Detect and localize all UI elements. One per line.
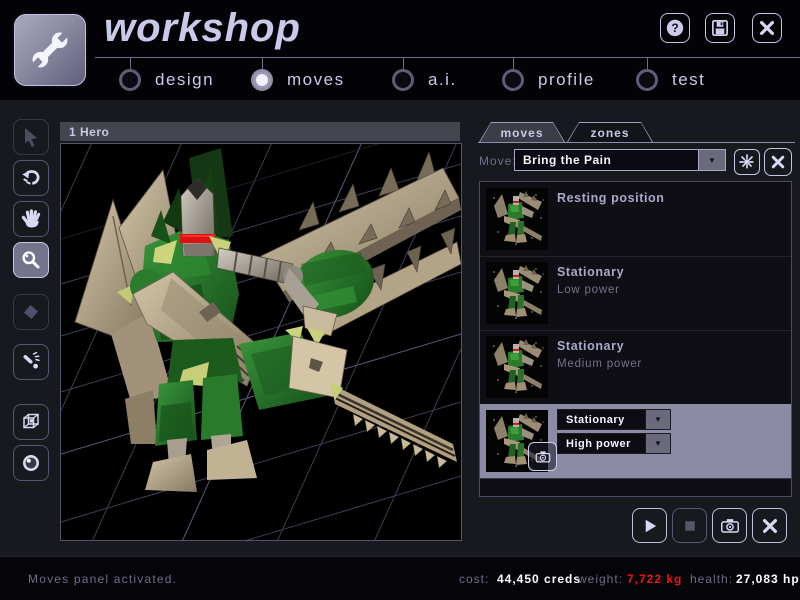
move-subtitle: Low power [557, 284, 620, 296]
move-power-select[interactable]: High power ▼ [557, 433, 671, 454]
play-icon [640, 516, 660, 536]
weight-label: weight: [578, 572, 623, 586]
cursor-icon [20, 126, 42, 148]
question-icon: ? [665, 18, 685, 38]
help-button[interactable]: ? [660, 13, 690, 43]
close-icon [761, 517, 779, 535]
move-row-selected[interactable]: Stationary ▼ High power ▼ [480, 404, 791, 479]
tab-label: zones [568, 123, 652, 142]
radio-icon [636, 69, 658, 91]
zoom-tool-button[interactable] [13, 242, 49, 278]
pan-tool-button[interactable] [13, 201, 49, 237]
camera-icon [534, 448, 552, 466]
move-power-value: High power [566, 434, 631, 453]
nav-label: design [155, 70, 214, 90]
robot-3d-scene [61, 144, 461, 540]
tab-design[interactable]: design [119, 68, 214, 92]
close-panel-button[interactable] [752, 508, 787, 543]
cube-tool-button[interactable] [13, 404, 49, 440]
diamond-icon [20, 301, 42, 323]
panel-divider [478, 142, 795, 143]
top-bar: workshop design moves a.i. profile test … [0, 0, 800, 100]
snapshot-thumbnail-button[interactable] [528, 442, 557, 471]
render-tool-button[interactable] [13, 445, 49, 481]
chevron-down-icon[interactable]: ▼ [645, 434, 670, 453]
floppy-icon [710, 18, 730, 38]
move-title: Stationary [557, 265, 624, 279]
eye-icon [20, 452, 42, 474]
tab-ai[interactable]: a.i. [392, 68, 457, 92]
move-title: Resting position [557, 191, 665, 205]
move-select-value: Bring the Pain [523, 150, 611, 170]
tab-profile[interactable]: profile [502, 68, 595, 92]
nav-label: test [672, 70, 705, 90]
snapshot-button[interactable] [712, 508, 747, 543]
move-label: Move: [479, 154, 517, 168]
viewport-3d[interactable] [60, 143, 462, 541]
chevron-down-icon[interactable]: ▼ [645, 410, 670, 429]
save-button[interactable] [705, 13, 735, 43]
select-tool-button[interactable] [13, 119, 49, 155]
move-row-stationary-medium[interactable]: Stationary Medium power [480, 330, 791, 405]
wrench-icon [24, 24, 76, 76]
tab-moves[interactable]: moves [251, 68, 345, 92]
viewport-header: 1 Hero [60, 122, 460, 141]
close-move-button[interactable] [764, 148, 792, 176]
move-subtitle: Medium power [557, 358, 642, 370]
play-button[interactable] [632, 508, 667, 543]
nav-label: profile [538, 70, 595, 90]
move-thumbnail [486, 336, 548, 398]
cost-value: 44,450 creds [497, 572, 581, 586]
chevron-down-icon[interactable]: ▼ [698, 150, 725, 170]
hand-icon [20, 208, 42, 230]
exclaim-icon [20, 351, 42, 373]
move-thumbnail [486, 188, 548, 250]
radio-selected-icon [251, 69, 273, 91]
radio-icon [502, 69, 524, 91]
svg-text:?: ? [671, 21, 678, 35]
move-thumbnail [486, 262, 548, 324]
health-label: health: [690, 572, 733, 586]
new-move-button[interactable] [734, 149, 760, 175]
nav-divider [95, 57, 800, 58]
close-icon [770, 154, 786, 170]
nav-label: a.i. [428, 70, 457, 90]
cost-label: cost: [459, 572, 489, 586]
stop-icon [680, 516, 700, 536]
move-row-resting[interactable]: Resting position [480, 182, 791, 257]
app-title: workshop [104, 6, 301, 51]
undo-tool-button[interactable] [13, 160, 49, 196]
stop-button[interactable] [672, 508, 707, 543]
tab-test[interactable]: test [636, 68, 705, 92]
move-type-select[interactable]: Stationary ▼ [557, 409, 671, 430]
tab-moves-panel[interactable]: moves [479, 122, 565, 142]
workshop-logo [14, 14, 86, 86]
close-button[interactable] [752, 13, 782, 43]
radio-icon [392, 69, 414, 91]
move-title: Stationary [557, 339, 624, 353]
magnifier-icon [20, 249, 42, 271]
radio-icon [119, 69, 141, 91]
nav-label: moves [287, 70, 345, 90]
weight-value: 7,722 kg [627, 572, 682, 586]
move-type-value: Stationary [566, 410, 625, 429]
status-bar: Moves panel activated. cost: 44,450 cred… [0, 556, 800, 600]
close-icon [758, 19, 776, 37]
move-row-stationary-low[interactable]: Stationary Low power [480, 256, 791, 331]
undo-rotate-icon [20, 167, 42, 189]
tab-label: moves [480, 123, 564, 142]
status-message: Moves panel activated. [28, 572, 177, 586]
camera-icon [719, 515, 741, 537]
burst-icon [739, 154, 755, 170]
tab-zones-panel[interactable]: zones [567, 122, 653, 142]
move-select[interactable]: Bring the Pain ▼ [514, 149, 726, 171]
rotate-object-tool-button[interactable] [13, 294, 49, 330]
viewport-title: 1 Hero [69, 125, 109, 139]
health-value: 27,083 hp [736, 572, 800, 586]
cube-icon [20, 411, 42, 433]
moves-list: Resting position Stationary Low power St… [479, 181, 792, 497]
warning-tool-button[interactable] [13, 344, 49, 380]
